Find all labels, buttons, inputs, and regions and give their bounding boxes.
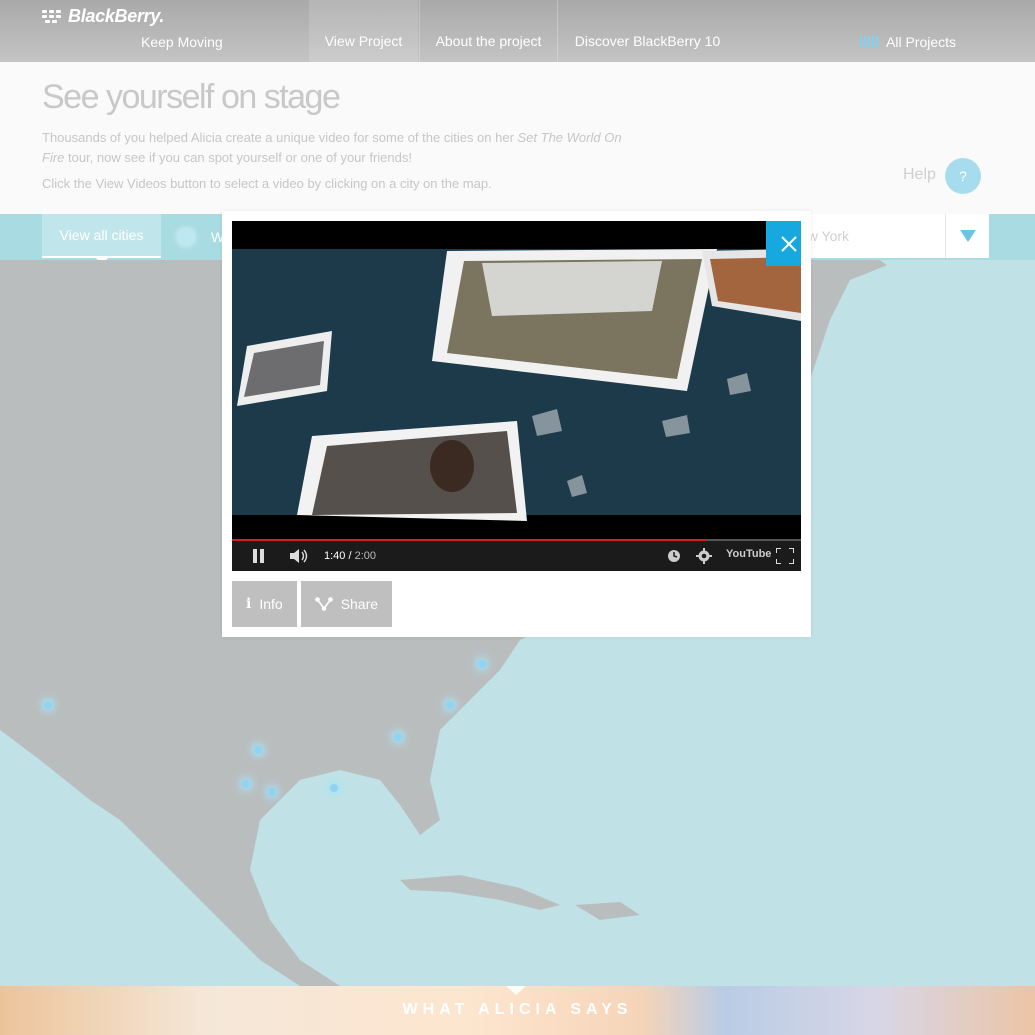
pause-icon[interactable] [252, 549, 266, 563]
info-button[interactable]: i Info [232, 581, 297, 627]
share-label: Share [340, 596, 379, 612]
brand-name: BlackBerry. [68, 6, 165, 26]
video-modal: 1:40 / 2:00 YouTube i Info Share [222, 211, 811, 637]
city-marker-icon[interactable] [446, 701, 454, 709]
info-icon: i [246, 596, 252, 612]
video-player[interactable]: 1:40 / 2:00 YouTube [232, 221, 801, 571]
watch-later-icon[interactable] [667, 549, 681, 563]
settings-gear-icon[interactable] [696, 548, 712, 564]
city-marker-icon[interactable] [44, 701, 52, 709]
close-icon [780, 235, 797, 252]
nav-about-project[interactable]: About the project [419, 0, 557, 62]
nav-discover-blackberry[interactable]: Discover BlackBerry 10 [557, 0, 737, 62]
city-dropdown[interactable]: ew York [800, 214, 989, 258]
grid-icon [860, 36, 878, 48]
youtube-logo[interactable]: YouTube [726, 548, 771, 560]
city-marker-icon[interactable] [478, 660, 486, 668]
info-label: Info [259, 596, 283, 612]
world-tab-icon[interactable] [177, 228, 195, 246]
page-header: See yourself on stage Thousands of you h… [0, 62, 1035, 214]
city-marker-icon[interactable] [242, 780, 250, 788]
fullscreen-icon[interactable] [776, 548, 794, 564]
page-instruction: Click the View Videos button to select a… [42, 176, 492, 191]
blackberry-mark-icon [42, 9, 62, 24]
view-all-cities-tab[interactable]: View all cities [42, 214, 161, 258]
section-caret [506, 986, 526, 995]
city-marker-icon[interactable] [330, 784, 338, 792]
volume-icon[interactable] [290, 549, 310, 563]
city-marker-icon[interactable] [254, 746, 262, 754]
page-description: Thousands of you helped Alicia create a … [42, 130, 622, 165]
cuba-island [400, 875, 560, 910]
what-alicia-says-section[interactable]: WHAT ALICIA SAYS [0, 986, 1035, 1035]
city-marker-icon[interactable] [394, 733, 402, 741]
hispaniola-island [575, 902, 640, 920]
page-title: See yourself on stage [42, 78, 341, 116]
brand-logo[interactable]: BlackBerry. Keep Moving [42, 4, 262, 60]
chevron-down-icon [959, 230, 976, 242]
help-label[interactable]: Help [903, 166, 936, 184]
video-frame [232, 221, 801, 541]
nav-all-projects[interactable]: All Projects [860, 0, 956, 62]
share-icon [314, 597, 333, 611]
all-projects-label: All Projects [886, 34, 957, 50]
greenland-fragment [880, 260, 1035, 300]
close-button[interactable] [766, 221, 801, 266]
brand-tagline: Keep Moving [141, 34, 223, 50]
city-marker-icon[interactable] [268, 788, 276, 796]
video-actions: i Info Share [232, 581, 393, 627]
blackberry-logo: BlackBerry. [42, 6, 164, 27]
share-button[interactable]: Share [300, 581, 393, 627]
video-time: 1:40 / 2:00 [324, 550, 377, 562]
dropdown-toggle[interactable] [945, 214, 989, 258]
help-button[interactable]: ? [945, 158, 981, 194]
nav-view-project[interactable]: View Project [309, 0, 418, 62]
top-navigation: BlackBerry. Keep Moving View Project Abo… [0, 0, 1035, 62]
video-controls: 1:40 / 2:00 YouTube [232, 541, 801, 571]
what-alicia-says-label: WHAT ALICIA SAYS [402, 1001, 633, 1018]
